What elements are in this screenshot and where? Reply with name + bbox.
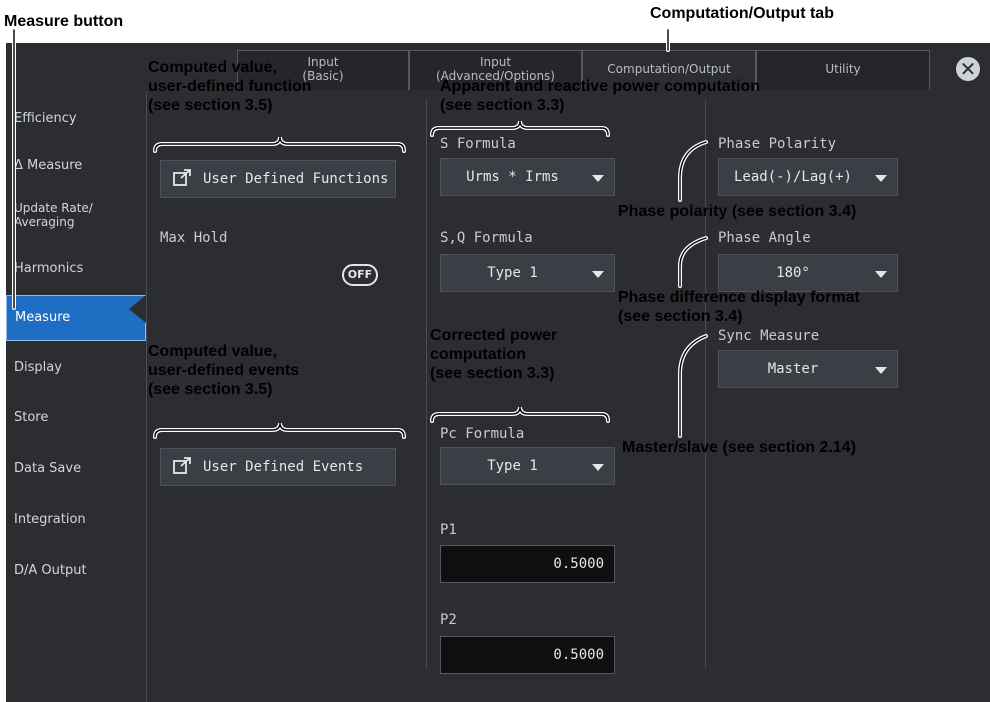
callout-lines (12, 28, 708, 439)
leader-phase-polarity (678, 140, 708, 202)
leader-phase-diff (678, 236, 708, 288)
leader-master-slave (678, 334, 708, 438)
